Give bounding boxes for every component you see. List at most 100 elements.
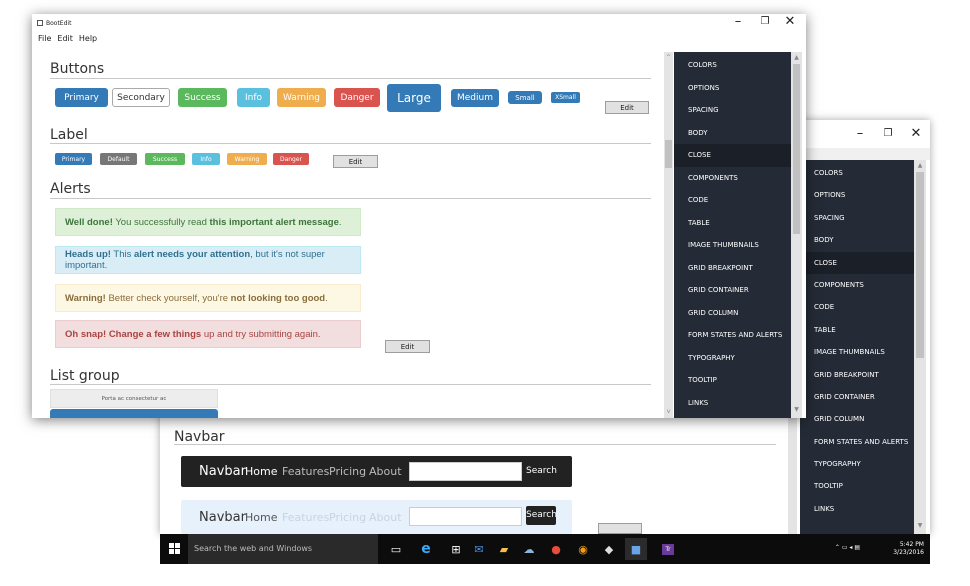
sidebar-item-grid-container[interactable]: GRID CONTAINER	[674, 279, 791, 302]
minimize-button[interactable]: –	[726, 8, 750, 36]
sidebar-item-grid-breakpoint[interactable]: GRID BREAKPOINT	[800, 364, 914, 386]
close-button[interactable]: ✕	[778, 8, 802, 36]
edit-button[interactable]: Edit	[385, 340, 430, 353]
close-button[interactable]: ✕	[904, 120, 928, 148]
mail-icon[interactable]: ✉	[468, 538, 490, 560]
large-button[interactable]: Large	[387, 84, 441, 112]
sidebar-item-body[interactable]: BODY	[674, 122, 791, 145]
sidebar-item-table[interactable]: TABLE	[674, 212, 791, 235]
sidebar-item-spacing[interactable]: SPACING	[800, 207, 914, 229]
medium-button[interactable]: Medium	[451, 89, 499, 107]
list-group-item[interactable]: Porta ac consectetur ac	[50, 389, 218, 408]
menu-edit[interactable]: Edit	[57, 34, 73, 46]
sidebar-item-options[interactable]: OPTIONS	[800, 184, 914, 206]
minimize-button[interactable]: –	[848, 120, 872, 148]
scroll-up-icon[interactable]: ▲	[914, 162, 926, 169]
chrome-icon[interactable]: ●	[545, 538, 567, 560]
sidebar-scrollbar[interactable]: ▲ ▼	[914, 160, 926, 534]
sidebar-item-components[interactable]: COMPONENTS	[674, 167, 791, 190]
sidebar-item-form-states-and-alerts[interactable]: FORM STATES AND ALERTS	[800, 431, 914, 453]
nav-link-pricing[interactable]: Pricing	[329, 511, 366, 524]
sidebar-item-grid-column[interactable]: GRID COLUMN	[674, 302, 791, 325]
success-button[interactable]: Success	[178, 88, 227, 107]
tr-icon[interactable]: Tr	[657, 538, 679, 560]
sidebar-item-body[interactable]: BODY	[800, 229, 914, 251]
visual-studio-icon[interactable]: ■	[625, 538, 647, 560]
sidebar-item-grid-container[interactable]: GRID CONTAINER	[800, 386, 914, 408]
system-tray-icons[interactable]: ⌃ ▭ ◂ ▤	[820, 544, 860, 552]
sidebar-item-components[interactable]: COMPONENTS	[800, 274, 914, 296]
small-button[interactable]: Small	[508, 91, 542, 104]
edit-button[interactable]: Edit	[605, 101, 649, 114]
sidebar-item-colors[interactable]: COLORS	[674, 54, 791, 77]
edit-button[interactable]	[598, 523, 642, 534]
sidebar-scrollbar[interactable]: ▲ ▼	[791, 52, 802, 418]
sidebar-item-typography[interactable]: TYPOGRAPHY	[674, 347, 791, 370]
sidebar-item-grid-breakpoint[interactable]: GRID BREAKPOINT	[674, 257, 791, 280]
warning-button[interactable]: Warning	[277, 88, 326, 107]
sidebar-item-table[interactable]: TABLE	[800, 319, 914, 341]
scrollbar-thumb[interactable]	[793, 64, 800, 234]
navbar-search-input[interactable]	[409, 507, 522, 526]
sidebar-item-form-states-and-alerts[interactable]: FORM STATES AND ALERTS	[674, 324, 791, 347]
navbar-search-button[interactable]: Search	[526, 506, 557, 525]
secondary-button[interactable]: Secondary	[112, 88, 170, 107]
maximize-button[interactable]: ❐	[753, 8, 777, 36]
scroll-down-icon[interactable]: ▼	[791, 406, 802, 413]
scroll-down-icon[interactable]: ▼	[914, 522, 926, 529]
nav-link-features[interactable]: Features	[282, 511, 329, 524]
danger-button[interactable]: Danger	[334, 88, 380, 107]
edit-button[interactable]: Edit	[333, 155, 378, 168]
taskbar-search-box[interactable]: Search the web and Windows	[188, 534, 378, 564]
scrollbar-thumb[interactable]	[665, 140, 672, 168]
nav-link-pricing[interactable]: Pricing	[329, 465, 366, 478]
navbar-brand[interactable]: Navbar	[199, 464, 246, 479]
sidebar-item-colors[interactable]: COLORS	[800, 162, 914, 184]
file-explorer-icon[interactable]: ▰	[493, 538, 515, 560]
store-icon[interactable]: ⊞	[445, 538, 467, 560]
nav-link-home[interactable]: Home	[245, 465, 277, 478]
start-icon[interactable]	[169, 543, 180, 554]
nav-link-about[interactable]: About	[369, 465, 402, 478]
primary-button[interactable]: Primary	[55, 88, 108, 107]
edge-icon[interactable]: e	[415, 538, 437, 560]
firefox-icon[interactable]: ◉	[572, 538, 594, 560]
menu-help[interactable]: Help	[79, 34, 97, 46]
navbar-section-title: Navbar	[174, 429, 225, 445]
task-view-icon[interactable]: ▭	[385, 538, 407, 560]
sidebar-item-spacing[interactable]: SPACING	[674, 99, 791, 122]
scroll-up-icon[interactable]: ^	[664, 54, 673, 61]
sidebar-item-image-thumbnails[interactable]: IMAGE THUMBNAILS	[674, 234, 791, 257]
scroll-up-icon[interactable]: ▲	[791, 54, 802, 61]
scroll-down-icon[interactable]: v	[664, 408, 673, 415]
sidebar-item-code[interactable]: CODE	[800, 296, 914, 318]
sidebar-item-grid-column[interactable]: GRID COLUMN	[800, 408, 914, 430]
list-group-item-active[interactable]	[50, 409, 218, 418]
sidebar-item-typography[interactable]: TYPOGRAPHY	[800, 453, 914, 475]
app-icon[interactable]: ◆	[598, 538, 620, 560]
alert-text: .	[338, 216, 342, 228]
network-icon[interactable]: ☁	[518, 538, 540, 560]
menu-file[interactable]: File	[38, 34, 51, 46]
sidebar-item-close[interactable]: CLOSE	[674, 144, 791, 167]
sidebar-item-tooltip[interactable]: TOOLTIP	[800, 475, 914, 497]
nav-link-features[interactable]: Features	[282, 465, 329, 478]
sidebar-item-links[interactable]: LINKS	[800, 498, 914, 520]
scrollbar-thumb[interactable]	[916, 172, 924, 358]
nav-link-home[interactable]: Home	[245, 511, 277, 524]
sidebar-item-links[interactable]: LINKS	[674, 392, 791, 415]
sidebar-item-image-thumbnails[interactable]: IMAGE THUMBNAILS	[800, 341, 914, 363]
navbar-search-button[interactable]: Search	[526, 462, 557, 481]
nav-link-about[interactable]: About	[369, 511, 402, 524]
xsmall-button[interactable]: XSmall	[551, 92, 580, 103]
sidebar-item-tooltip[interactable]: TOOLTIP	[674, 369, 791, 392]
content-scrollbar[interactable]: ^ v	[664, 52, 673, 418]
info-button[interactable]: Info	[237, 88, 270, 107]
sidebar-item-options[interactable]: OPTIONS	[674, 77, 791, 100]
taskbar-clock[interactable]: 5:42 PM 3/23/2016	[878, 541, 924, 557]
navbar-brand[interactable]: Navbar	[199, 510, 246, 525]
maximize-button[interactable]: ❐	[876, 120, 900, 148]
sidebar-item-code[interactable]: CODE	[674, 189, 791, 212]
sidebar-item-close[interactable]: CLOSE	[800, 251, 914, 274]
navbar-search-input[interactable]	[409, 462, 522, 481]
